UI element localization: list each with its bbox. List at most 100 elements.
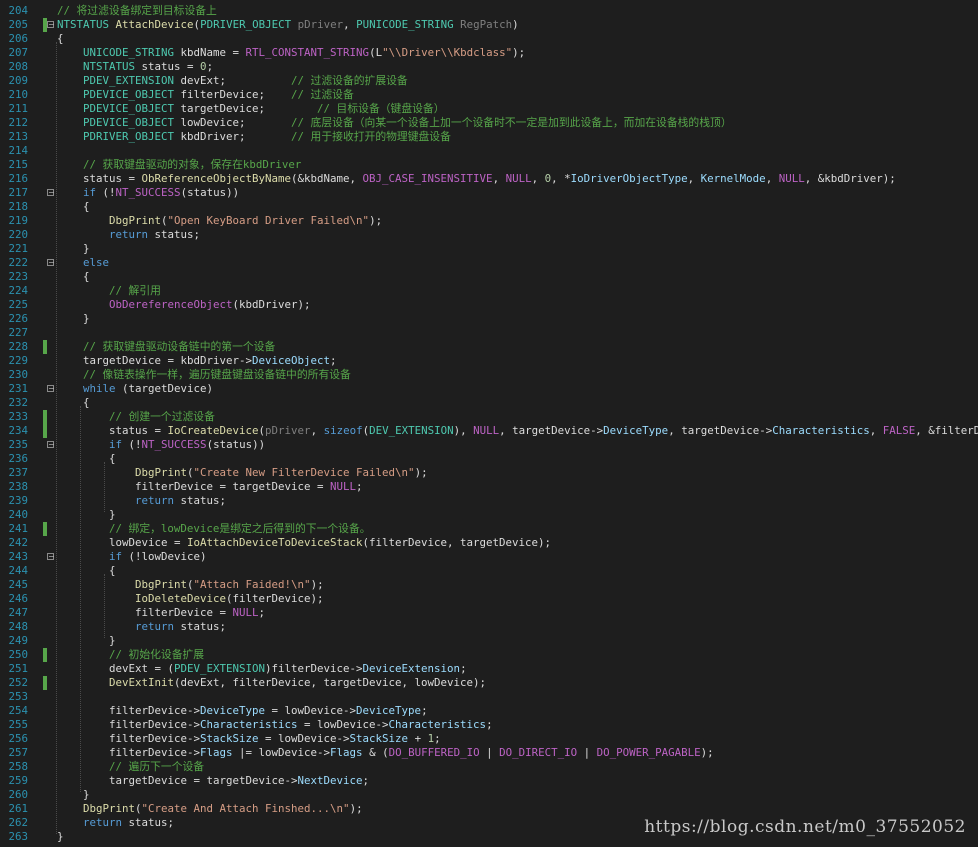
code-token: | <box>479 746 500 759</box>
code-line[interactable]: 240 } <box>0 508 978 522</box>
code-line[interactable]: 226 } <box>0 312 978 326</box>
code-line[interactable]: 242 lowDevice = IoAttachDeviceToDeviceSt… <box>0 536 978 550</box>
code-token: NT_SUCCESS <box>141 438 207 451</box>
code-token: status; <box>174 494 227 507</box>
code-line[interactable]: 221 } <box>0 242 978 256</box>
code-line[interactable]: 236 { <box>0 452 978 466</box>
code-line[interactable]: 212 PDEVICE_OBJECT lowDevice; // 底层设备（向某… <box>0 116 978 130</box>
code-token: Characteristics <box>772 424 870 437</box>
fold-toggle-icon[interactable]: − <box>47 189 55 197</box>
code-line[interactable]: 206 { <box>0 32 978 46</box>
code-line[interactable]: 239 return status; <box>0 494 978 508</box>
code-line[interactable]: 260 } <box>0 788 978 802</box>
code-line[interactable]: 257 filterDevice->Flags |= lowDevice->Fl… <box>0 746 978 760</box>
code-token: PDRIVER_OBJECT <box>83 130 175 143</box>
code-line[interactable]: 214 <box>0 144 978 158</box>
line-number: 226 <box>8 312 28 325</box>
line-number: 234 <box>8 424 28 437</box>
code-line[interactable]: 216 status = ObReferenceObjectByName(&kb… <box>0 172 978 186</box>
code-line[interactable]: 253 <box>0 690 978 704</box>
code-line[interactable]: 227 <box>0 326 978 340</box>
code-text: PDRIVER_OBJECT kbdDriver; // 用于接收打开的物理键盘… <box>57 130 451 144</box>
code-line[interactable]: 215 // 获取键盘驱动的对象，保存在kbdDriver <box>0 158 978 172</box>
code-line[interactable]: 250 // 初始化设备扩展 <box>0 648 978 662</box>
code-line[interactable]: 231 − while (targetDevice) <box>0 382 978 396</box>
code-line[interactable]: 222 − else <box>0 256 978 270</box>
code-line[interactable]: 247 filterDevice = NULL; <box>0 606 978 620</box>
code-token: , <box>492 172 506 185</box>
code-line[interactable]: 243 − if (!lowDevice) <box>0 550 978 564</box>
code-line[interactable]: 205 − NTSTATUS AttachDevice(PDRIVER_OBJECT… <box>0 18 978 32</box>
fold-toggle-icon[interactable]: − <box>47 385 55 393</box>
code-line[interactable]: 244 { <box>0 564 978 578</box>
code-line[interactable]: 261 DbgPrint("Create And Attach Finshed.… <box>0 802 978 816</box>
code-token: Characteristics <box>388 718 487 731</box>
code-line[interactable]: 256 filterDevice->StackSize = lowDevice-… <box>0 732 978 746</box>
code-token: } <box>57 312 90 325</box>
fold-toggle-icon[interactable]: − <box>47 441 55 449</box>
code-line[interactable]: 223 { <box>0 270 978 284</box>
line-number: 242 <box>8 536 28 549</box>
code-line[interactable]: 255 filterDevice->Characteristics = lowD… <box>0 718 978 732</box>
code-line[interactable]: 252 DevExtInit(devExt, filterDevice, tar… <box>0 676 978 690</box>
code-line[interactable]: 208 NTSTATUS status = 0; <box>0 60 978 74</box>
indent-guide <box>56 42 57 834</box>
code-line[interactable]: 241 // 绑定，lowDevice是绑定之后得到的下一个设备。 <box>0 522 978 536</box>
code-token: DEV_EXTENSION <box>369 424 454 437</box>
code-line[interactable]: 237 DbgPrint("Create New FilterDevice Fa… <box>0 466 978 480</box>
code-token: NTSTATUS <box>57 18 110 31</box>
code-token: (L <box>369 46 383 59</box>
code-token: filterDevice-> <box>57 746 201 759</box>
code-token: , <box>765 172 779 185</box>
code-text: DbgPrint("Create New FilterDevice Failed… <box>57 466 428 480</box>
code-line[interactable]: 233 // 创建一个过滤设备 <box>0 410 978 424</box>
code-line[interactable]: 246 IoDeleteDevice(filterDevice); <box>0 592 978 606</box>
code-line[interactable]: 204 // 将过滤设备绑定到目标设备上 <box>0 4 978 18</box>
code-token: (status)) <box>206 438 266 451</box>
code-line[interactable]: 259 targetDevice = targetDevice->NextDev… <box>0 774 978 788</box>
code-line[interactable]: 217 − if (!NT_SUCCESS(status)) <box>0 186 978 200</box>
code-line[interactable]: 258 // 遍历下一个设备 <box>0 760 978 774</box>
code-line[interactable]: 235 − if (!NT_SUCCESS(status)) <box>0 438 978 452</box>
code-token: PDEV_EXTENSION <box>174 662 266 675</box>
code-line[interactable]: 238 filterDevice = targetDevice = NULL; <box>0 480 978 494</box>
code-line[interactable]: 219 DbgPrint("Open KeyBoard Driver Faile… <box>0 214 978 228</box>
code-line[interactable]: 254 filterDevice->DeviceType = lowDevice… <box>0 704 978 718</box>
code-line[interactable]: 211 PDEVICE_OBJECT targetDevice; // 目标设备… <box>0 102 978 116</box>
fold-toggle-icon[interactable]: − <box>47 259 55 267</box>
code-line[interactable]: 225 ObDereferenceObject(kbdDriver); <box>0 298 978 312</box>
code-token: status = <box>57 424 168 437</box>
code-text: NTSTATUS AttachDevice(PDRIVER_OBJECT pDr… <box>57 18 519 32</box>
code-text: filterDevice->StackSize = lowDevice->Sta… <box>57 732 441 746</box>
code-token: KernelMode <box>700 172 766 185</box>
code-editor[interactable]: 204// 将过滤设备绑定到目标设备上 205− NTSTATUS AttachDe… <box>0 0 978 847</box>
code-token: DevExtInit <box>109 676 175 689</box>
code-line[interactable]: 207 UNICODE_STRING kbdName = RTL_CONSTAN… <box>0 46 978 60</box>
code-token: NT_SUCCESS <box>115 186 181 199</box>
code-line[interactable]: 209 PDEV_EXTENSION devExt; // 过滤设备的扩展设备 <box>0 74 978 88</box>
code-line[interactable]: 220 return status; <box>0 228 978 242</box>
code-line[interactable]: 234 status = IoCreateDevice(pDriver, siz… <box>0 424 978 438</box>
code-line[interactable]: 229 targetDevice = kbdDriver->DeviceObje… <box>0 354 978 368</box>
code-line[interactable]: 218 { <box>0 200 978 214</box>
line-number: 223 <box>8 270 28 283</box>
code-token: DeviceType <box>356 704 422 717</box>
code-line[interactable]: 251 devExt = (PDEV_EXTENSION)filterDevic… <box>0 662 978 676</box>
code-line[interactable]: 248 return status; <box>0 620 978 634</box>
code-line[interactable]: 230 // 像链表操作一样，遍历键盘键盘设备链中的所有设备 <box>0 368 978 382</box>
code-line[interactable]: 249 } <box>0 634 978 648</box>
code-text: targetDevice = targetDevice->NextDevice; <box>57 774 369 788</box>
code-line[interactable]: 213 PDRIVER_OBJECT kbdDriver; // 用于接收打开的… <box>0 130 978 144</box>
code-line[interactable]: 228 // 获取键盘驱动设备链中的第一个设备 <box>0 340 978 354</box>
line-number: 254 <box>8 704 28 717</box>
code-token: status = <box>135 60 201 73</box>
fold-toggle-icon[interactable]: − <box>47 21 55 29</box>
code-line[interactable]: 232 { <box>0 396 978 410</box>
code-line[interactable]: 224 // 解引用 <box>0 284 978 298</box>
code-token: DO_POWER_PAGABLE <box>596 746 701 759</box>
code-line[interactable]: 210 PDEVICE_OBJECT filterDevice; // 过滤设备 <box>0 88 978 102</box>
fold-toggle-icon[interactable]: − <box>47 553 55 561</box>
code-line[interactable]: 245 DbgPrint("Attach Faided!\n"); <box>0 578 978 592</box>
code-text: } <box>57 634 116 648</box>
